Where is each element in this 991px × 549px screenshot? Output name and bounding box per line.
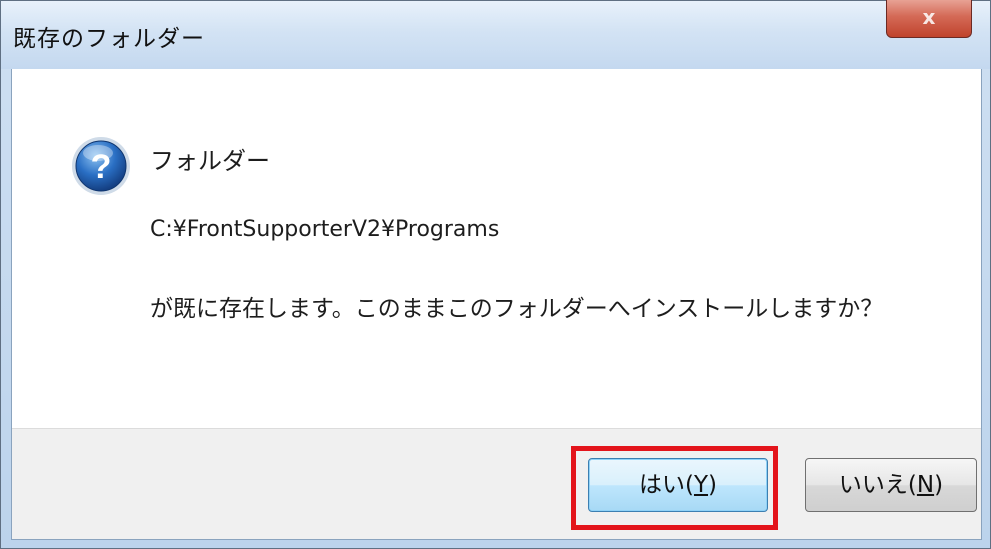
message-heading: フォルダー (150, 147, 270, 175)
no-button[interactable]: いいえ(N) (805, 458, 977, 512)
yes-button[interactable]: はい(Y) (588, 458, 768, 512)
close-button[interactable]: x (886, 0, 972, 38)
no-button-label: いいえ( (838, 472, 917, 498)
folder-path: C:¥FrontSupporterV2¥Programs (150, 217, 500, 242)
dialog-window: 既存のフォルダー x ? フォルダー C:¥FrontSupporterV2¥P… (0, 0, 991, 549)
yes-button-suffix: ) (708, 472, 718, 498)
title-bar[interactable]: 既存のフォルダー x (1, 0, 990, 69)
window-title: 既存のフォルダー (13, 26, 205, 52)
close-icon: x (922, 5, 936, 29)
svg-text:?: ? (91, 148, 112, 186)
dialog-content: ? フォルダー C:¥FrontSupporterV2¥Programs が既に… (11, 69, 982, 540)
question-icon: ? (72, 137, 130, 195)
no-mnemonic: N (916, 472, 935, 498)
button-bar: はい(Y) いいえ(N) (12, 428, 981, 539)
yes-mnemonic: Y (693, 472, 709, 498)
no-button-suffix: ) (934, 472, 944, 498)
yes-button-label: はい( (638, 472, 694, 498)
message-body: が既に存在します。このままこのフォルダーへインストールしますか？ (150, 296, 884, 322)
